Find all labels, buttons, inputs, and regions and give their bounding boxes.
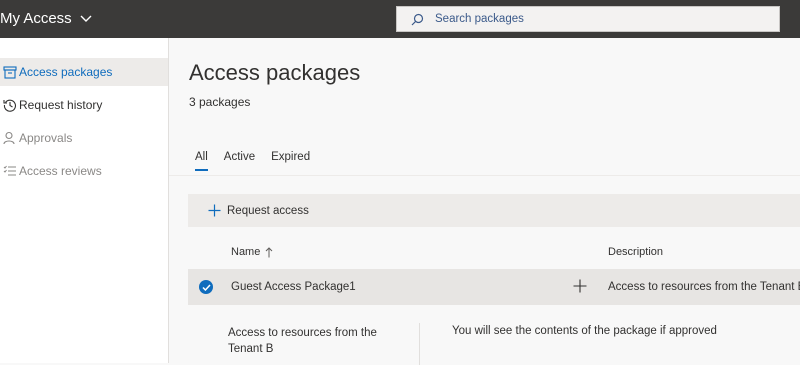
- details-note: You will see the contents of the package…: [452, 325, 717, 337]
- package-icon: [3, 65, 17, 79]
- column-header-label: Name: [231, 246, 261, 258]
- column-header-name[interactable]: Name: [231, 246, 273, 258]
- sidebar-item-request-history[interactable]: Request history: [0, 91, 168, 119]
- row-name: Guest Access Package1: [231, 281, 356, 293]
- plus-icon: [208, 204, 221, 217]
- sort-ascending-icon: [265, 246, 273, 257]
- page-title: Access packages: [189, 60, 361, 85]
- tab-expired[interactable]: Expired: [271, 151, 310, 171]
- row-description: Access to resources from the Tenant B: [608, 281, 800, 293]
- app-title: My Access: [0, 10, 72, 27]
- column-header-label: Description: [608, 246, 664, 258]
- main-content: Access packages 3 packages All Active Ex…: [169, 38, 800, 365]
- details-divider: [419, 323, 420, 365]
- request-access-button[interactable]: Request access: [208, 204, 309, 217]
- app-switcher[interactable]: My Access: [0, 0, 92, 38]
- tab-bar: All Active Expired: [195, 151, 326, 171]
- sidebar-item-approvals[interactable]: Approvals: [0, 124, 168, 152]
- checklist-icon: [3, 164, 17, 178]
- sidebar-item-label: Access packages: [19, 65, 113, 79]
- table-row[interactable]: Guest Access Package1 Access to resource…: [188, 269, 800, 305]
- sidebar-item-access-packages[interactable]: Access packages: [0, 58, 168, 86]
- history-icon: [3, 98, 17, 112]
- search-box[interactable]: [396, 6, 780, 32]
- command-bar: Request access: [188, 194, 800, 227]
- sidebar-item-access-reviews[interactable]: Access reviews: [0, 157, 168, 185]
- chevron-down-icon: [80, 15, 92, 22]
- sidebar-item-label: Approvals: [19, 131, 73, 145]
- package-count: 3 packages: [189, 95, 251, 109]
- sidebar-item-label: Request history: [19, 98, 103, 112]
- divider: [169, 175, 800, 176]
- search-icon: [411, 13, 431, 26]
- tab-all[interactable]: All: [195, 151, 208, 171]
- package-details: Access to resources from the Tenant B Yo…: [188, 305, 800, 365]
- column-header-description[interactable]: Description: [608, 246, 663, 258]
- person-icon: [3, 131, 17, 145]
- sidebar-item-label: Access reviews: [19, 164, 102, 178]
- top-bar: My Access: [0, 0, 800, 38]
- details-description: Access to resources from the Tenant B: [228, 327, 377, 355]
- row-selected-checkmark-icon[interactable]: [199, 280, 213, 294]
- table-header: Name Description: [188, 241, 800, 265]
- request-access-label: Request access: [227, 204, 309, 217]
- sidebar: Access packages Request history Approval…: [0, 38, 169, 363]
- tab-active[interactable]: Active: [224, 151, 255, 171]
- expand-plus-icon[interactable]: [573, 279, 587, 296]
- search-input[interactable]: [433, 12, 779, 26]
